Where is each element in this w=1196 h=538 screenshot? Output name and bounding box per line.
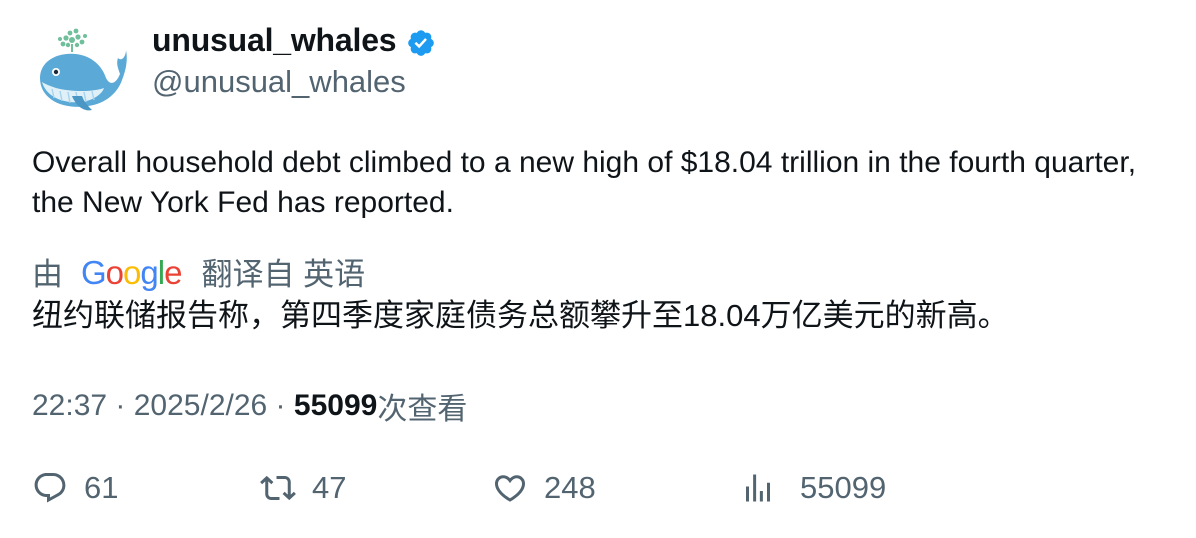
meta-separator: · (267, 389, 294, 422)
tweet-meta: 22:37 · 2025/2/26 · 55099 次查看 (32, 384, 467, 428)
reply-icon (34, 473, 66, 503)
tweet-time[interactable]: 22:37 (32, 389, 107, 423)
views-action-count: 55099 (800, 470, 887, 505)
views-count: 55099 (293, 389, 378, 422)
avatar[interactable] (32, 26, 128, 116)
analytics-icon (746, 474, 770, 502)
display-name[interactable]: unusual_whales (152, 22, 397, 59)
whale-avatar-icon (40, 28, 127, 111)
tweet-text: Overall household debt climbed to a new … (32, 146, 1137, 219)
translated-text: 纽约联储报告称，第四季度家庭债务总额攀升至18.04万亿美元的新高。 (32, 298, 1009, 333)
action-bar: 61 47 248 55099 (32, 470, 1162, 514)
meta-separator: · (107, 389, 134, 422)
views-label: 次查看 (377, 393, 468, 426)
author-name-row[interactable]: unusual_whales (152, 22, 436, 59)
tweet-date[interactable]: 2025/2/26 (134, 389, 267, 423)
verified-badge-icon[interactable] (406, 28, 436, 58)
google-logo: Google (81, 253, 182, 291)
translation-by-label: 由 (32, 257, 63, 292)
reply-count: 61 (84, 470, 119, 505)
translation-source-label: 翻译自 英语 (201, 257, 366, 292)
reply-button[interactable]: 61 (32, 470, 118, 506)
like-count: 248 (544, 470, 596, 505)
views-button[interactable]: 55099 (740, 470, 886, 506)
retweet-icon (260, 475, 296, 501)
translation-attribution[interactable]: 由 Google 翻译自 英语 (32, 249, 365, 294)
like-button[interactable]: 248 (492, 470, 596, 506)
retweet-button[interactable]: 47 (260, 470, 346, 506)
tweet-card: unusual_whales @unusual_whales Overall h… (0, 0, 1196, 538)
retweet-count: 47 (312, 470, 347, 505)
heart-icon (494, 475, 526, 502)
author-handle[interactable]: @unusual_whales (152, 64, 406, 100)
